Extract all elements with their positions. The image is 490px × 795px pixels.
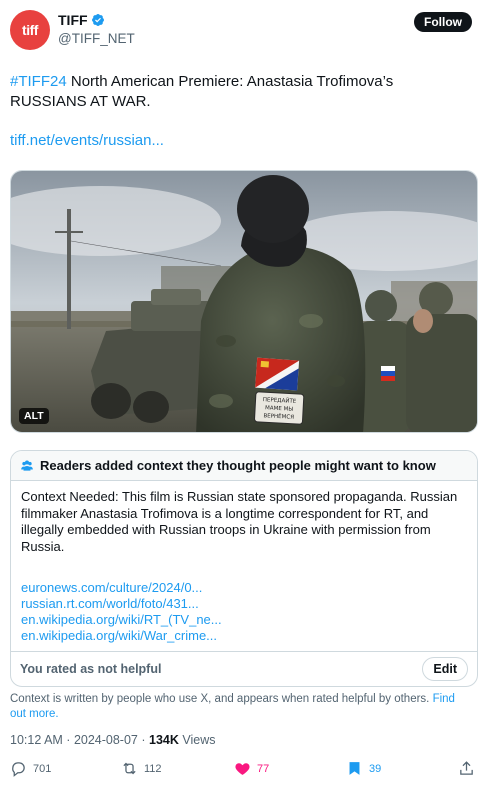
source-link[interactable]: en.wikipedia.org/wiki/War_crime... xyxy=(21,628,467,644)
community-note-heading: Readers added context they thought peopl… xyxy=(40,458,436,473)
account-handle[interactable]: @TIFF_NET xyxy=(58,31,135,46)
alt-text-badge[interactable]: ALT xyxy=(19,408,49,424)
tweet-time[interactable]: 10:12 AM xyxy=(10,733,63,747)
repost-count: 112 xyxy=(144,762,162,775)
tweet-body-text: North American Premiere: Anastasia Trofi… xyxy=(10,73,394,110)
source-link[interactable]: euronews.com/culture/2024/0... xyxy=(21,580,467,596)
views-count: 134K xyxy=(149,733,179,747)
repost-button[interactable]: 112 xyxy=(121,760,162,777)
views-label: Views xyxy=(178,733,216,747)
meta-separator: · xyxy=(137,733,149,747)
hashtag-link[interactable]: #TIFF24 xyxy=(10,73,67,90)
community-note-sources: euronews.com/culture/2024/0... russian.r… xyxy=(11,580,477,644)
repost-icon xyxy=(123,762,136,775)
tweet-image[interactable]: ПЕРЕДАЙТЕ МАМЕ МЫ ВЕРНЁМСЯ ALT xyxy=(10,170,478,433)
tweet-text: #TIFF24 North American Premiere: Anastas… xyxy=(10,72,470,112)
verified-badge-icon xyxy=(91,14,104,26)
community-note-header[interactable]: Readers added context they thought peopl… xyxy=(11,451,477,481)
like-count: 77 xyxy=(257,762,270,775)
community-note: Readers added context they thought peopl… xyxy=(10,450,478,687)
avatar-logo-text: tiff xyxy=(22,22,38,38)
share-icon xyxy=(460,761,473,775)
action-bar: 701 112 77 39 xyxy=(10,760,476,782)
context-disclaimer: Context is written by people who use X, … xyxy=(10,692,470,722)
source-link[interactable]: en.wikipedia.org/wiki/RT_(TV_ne... xyxy=(21,612,467,628)
meta-separator: · xyxy=(62,733,74,747)
reply-button[interactable]: 701 xyxy=(10,760,51,777)
rating-status: You rated as not helpful xyxy=(20,662,162,676)
follow-button[interactable]: Follow xyxy=(414,12,472,32)
tweet-date[interactable]: 2024-08-07 xyxy=(74,733,138,747)
soldiers-photo: ПЕРЕДАЙТЕ МАМЕ МЫ ВЕРНЁМСЯ xyxy=(11,171,477,432)
tweet-meta: 10:12 AM · 2024-08-07 · 134K Views xyxy=(10,733,215,747)
community-note-footer: You rated as not helpful Edit xyxy=(11,651,477,686)
heart-icon xyxy=(235,763,250,775)
bookmark-button[interactable]: 39 xyxy=(346,760,381,777)
people-icon xyxy=(21,460,33,471)
reply-count: 701 xyxy=(33,762,52,775)
tweet-link[interactable]: tiff.net/events/russian... xyxy=(10,132,164,149)
author-names: TIFF @TIFF_NET xyxy=(58,12,135,46)
edit-rating-button[interactable]: Edit xyxy=(422,657,468,681)
display-name[interactable]: TIFF xyxy=(58,12,88,28)
bookmark-count: 39 xyxy=(369,762,382,775)
bookmark-icon xyxy=(349,762,360,775)
like-button[interactable]: 77 xyxy=(234,760,269,777)
avatar[interactable]: tiff xyxy=(10,10,50,50)
share-button[interactable] xyxy=(458,760,475,777)
display-name-row[interactable]: TIFF xyxy=(58,12,135,28)
community-note-body: Context Needed: This film is Russian sta… xyxy=(21,489,458,554)
source-link[interactable]: russian.rt.com/world/foto/431... xyxy=(21,596,467,612)
context-disclaimer-text: Context is written by people who use X, … xyxy=(10,693,430,705)
tweet-header: tiff TIFF @TIFF_NET Follow xyxy=(10,10,472,50)
reply-icon xyxy=(12,762,25,777)
